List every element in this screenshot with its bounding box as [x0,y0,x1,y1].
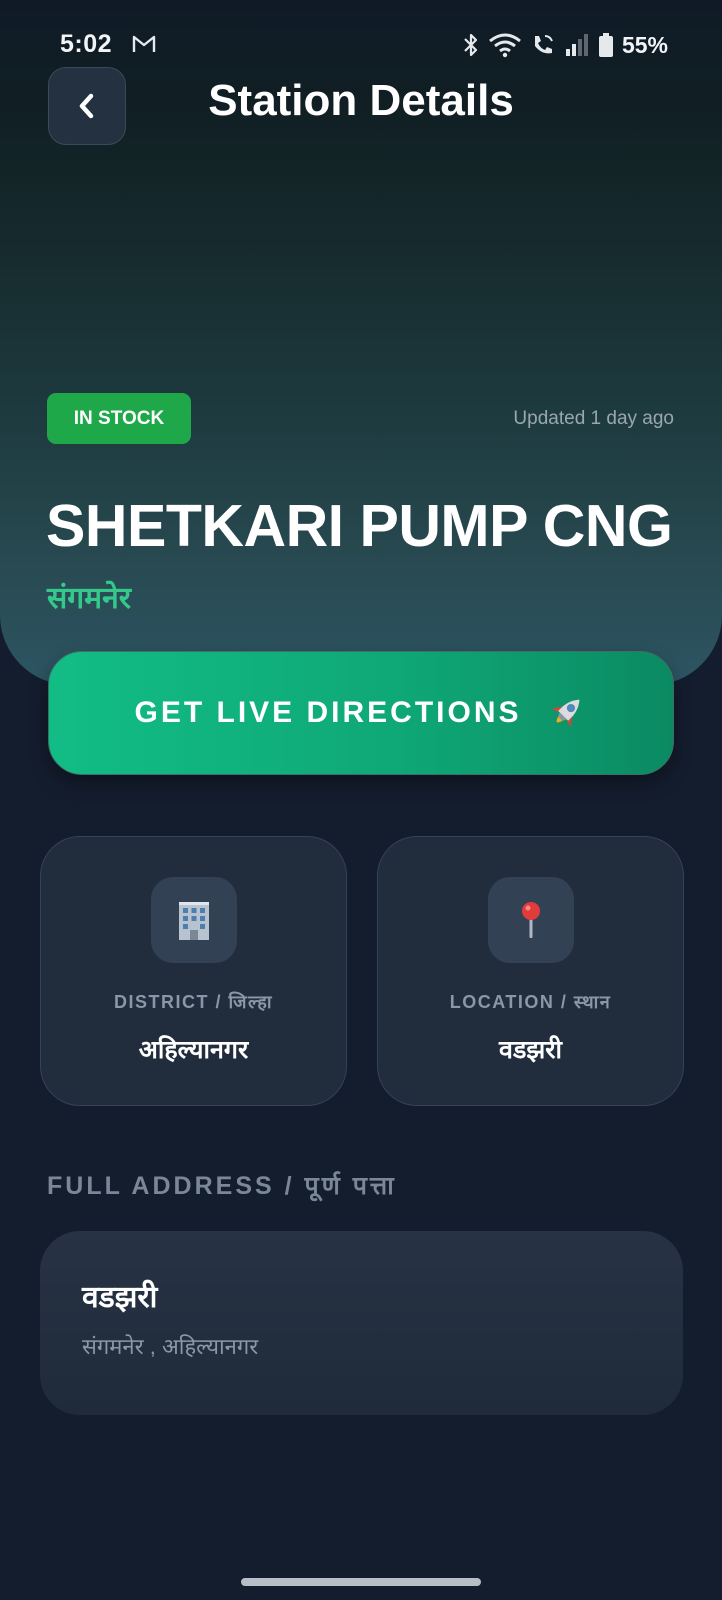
directions-button-label: GET LIVE DIRECTIONS [134,696,522,729]
district-icon-box [151,877,237,963]
location-value: वडझरी [499,1036,562,1064]
status-icons: 55% [462,30,668,60]
wifi-calling-icon [534,35,553,54]
rocket-icon [551,699,579,728]
address-card: वडझरी संगमनेर , अहिल्यानगर [40,1231,683,1415]
chevron-left-icon [79,93,94,119]
home-indicator[interactable] [241,1578,481,1586]
station-city: संगमनेर [47,582,132,615]
location-card: LOCATION / स्थान वडझरी [377,836,684,1106]
district-label: DISTRICT / जिल्हा [114,992,273,1012]
wifi-icon [489,33,521,58]
battery-percent: 55% [621,31,668,58]
back-button[interactable] [48,67,126,145]
stock-status-badge: IN STOCK [47,393,191,444]
status-time: 5:02 [60,30,113,58]
district-value: अहिल्यानगर [138,1036,249,1064]
get-live-directions-button[interactable]: GET LIVE DIRECTIONS [48,651,674,775]
full-address-heading: FULL ADDRESS / पूर्ण पत्ता [47,1172,397,1200]
bluetooth-icon [464,33,478,57]
map-pin-icon [522,902,540,938]
district-card: DISTRICT / जिल्हा अहिल्यानगर [40,836,347,1106]
updated-timestamp: Updated 1 day ago [513,408,674,429]
location-label: LOCATION / स्थान [449,992,612,1012]
station-details-screen: 5:02 55% Station Details IN STOCK Update… [0,0,722,1600]
battery-icon [598,33,613,57]
station-name: SHETKARI PUMP CNG [46,493,673,559]
gmail-icon [132,35,156,52]
page-title: Station Details [208,76,514,125]
address-line-2: संगमनेर , अहिल्यानगर [82,1334,259,1359]
status-bar: 5:02 55% [0,26,722,66]
address-line-1: वडझरी [82,1281,158,1314]
office-building-icon [179,902,209,940]
cell-signal-icon [565,34,588,56]
location-icon-box [488,877,574,963]
